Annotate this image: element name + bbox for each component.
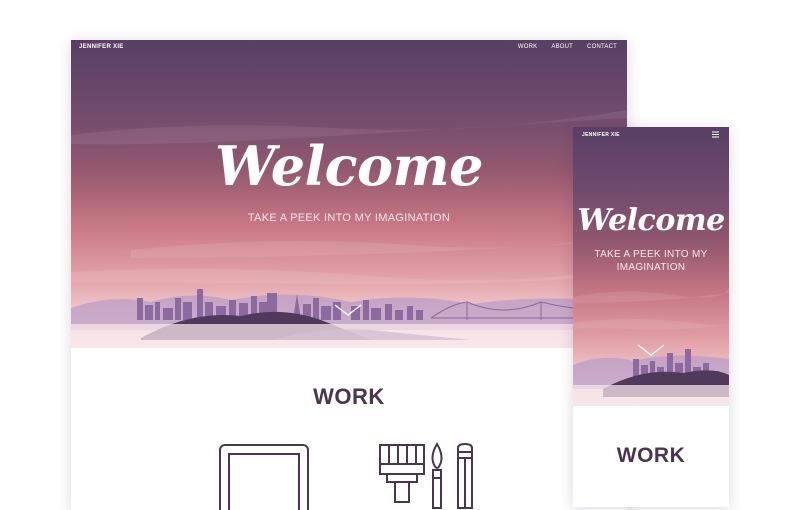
nav-link-about[interactable]: ABOUT bbox=[551, 44, 573, 50]
site-logo[interactable]: JENNIFER XIE bbox=[79, 44, 124, 50]
hero-banner: JENNIFER XIE WORK ABOUT CONTACT Welcome … bbox=[71, 40, 627, 348]
hero-tagline: TAKE A PEEK INTO MY IMAGINATION bbox=[247, 212, 451, 224]
mobile-hero-banner: JENNIFER XIE Welcome TAKE A PEEK INTO MY… bbox=[573, 127, 729, 406]
nav-link-contact[interactable]: CONTACT bbox=[587, 44, 617, 50]
mobile-hero-tagline: TAKE A PEEK INTO MY IMAGINATION bbox=[594, 249, 708, 273]
main-nav: WORK ABOUT CONTACT bbox=[518, 44, 617, 50]
mobile-scroll-down-chevron-icon[interactable] bbox=[637, 344, 665, 356]
desktop-mockup: JENNIFER XIE WORK ABOUT CONTACT Welcome … bbox=[71, 40, 627, 510]
nav-link-work[interactable]: WORK bbox=[518, 44, 537, 50]
hero-title: Welcome bbox=[214, 134, 484, 198]
mobile-site-logo[interactable]: JENNIFER XIE bbox=[582, 132, 620, 138]
mobile-mockup: JENNIFER XIE Welcome TAKE A PEEK INTO MY… bbox=[573, 127, 729, 507]
hamburger-menu-icon[interactable] bbox=[712, 131, 719, 138]
mobile-hero-title: Welcome bbox=[577, 203, 725, 238]
work-section-title: WORK bbox=[313, 384, 385, 409]
scroll-down-chevron-icon[interactable] bbox=[334, 304, 362, 316]
mobile-work-section-title: WORK bbox=[616, 444, 686, 467]
